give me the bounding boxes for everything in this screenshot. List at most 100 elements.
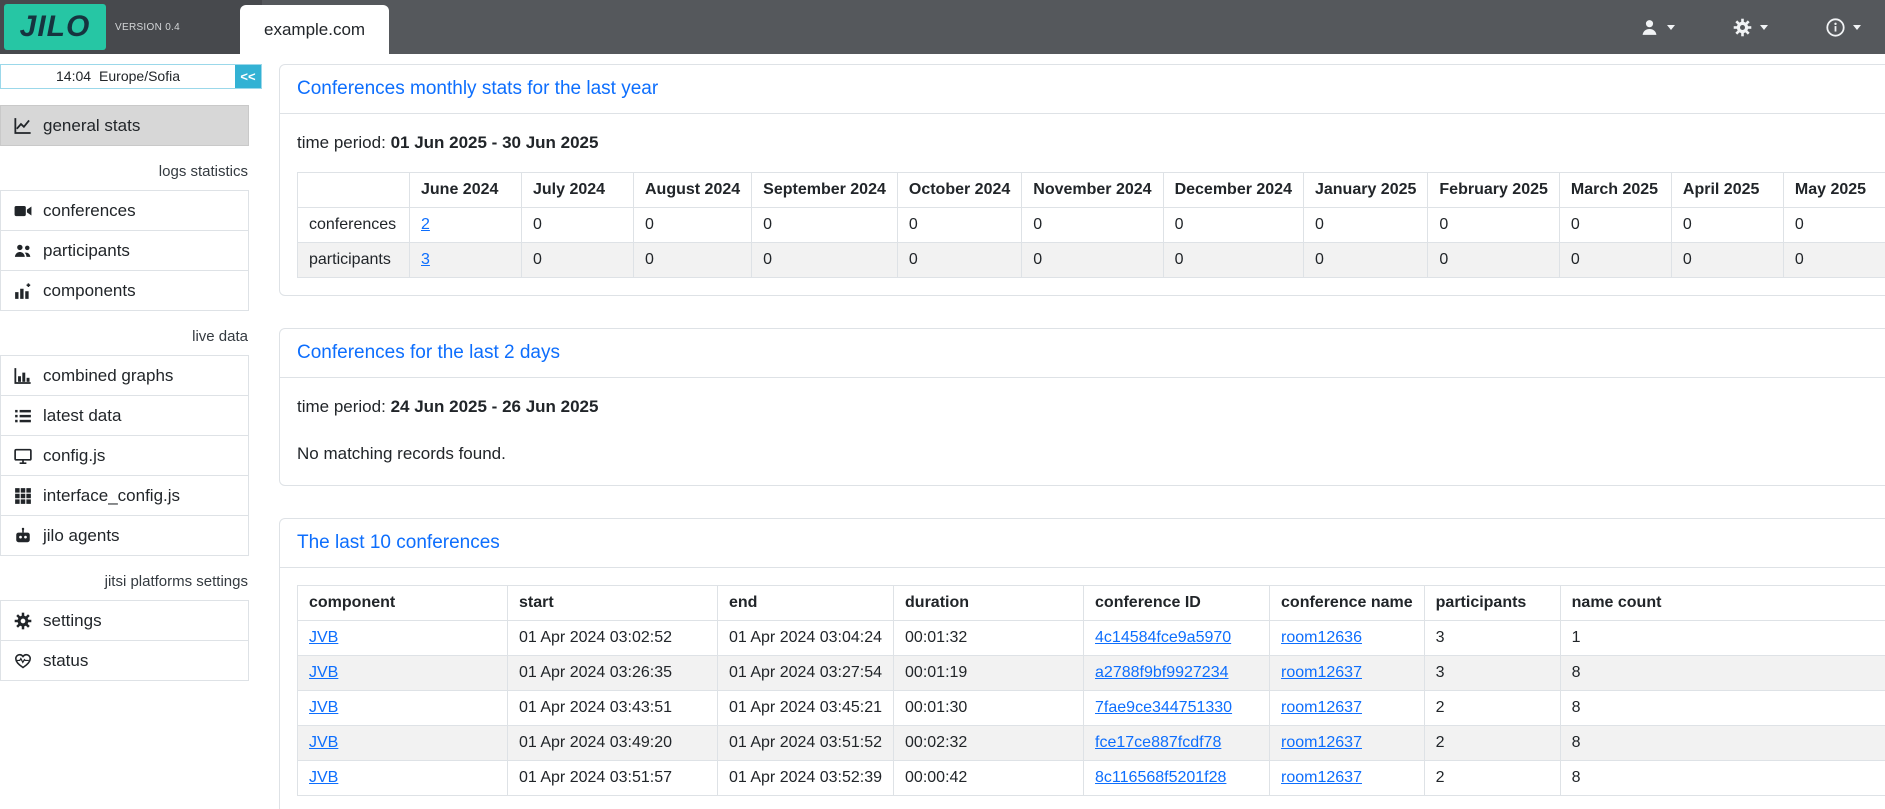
table-cell: 0 [1303,208,1427,243]
table-cell: 3 [1424,621,1560,656]
table-cell: 0 [1783,208,1885,243]
sidebar-section-label: logs statistics [0,146,262,191]
platform-tab[interactable]: example.com [240,5,389,54]
table-cell[interactable]: room12637 [1270,726,1425,761]
sidebar-item-status[interactable]: status [0,640,249,681]
column-header: March 2025 [1559,173,1671,208]
table-cell: 8 [1560,726,1885,761]
sidebar-item-components[interactable]: components [0,270,249,311]
table-cell: 00:01:32 [894,621,1084,656]
table-cell[interactable]: JVB [298,726,508,761]
table-cell: 0 [1022,208,1163,243]
table-cell: 0 [1022,243,1163,278]
table-cell[interactable]: JVB [298,691,508,726]
gear-icon [14,612,34,630]
info-icon [1826,18,1845,37]
sidebar-entry: jilo agents jilo agents [0,515,262,556]
table-cell: 01 Apr 2024 03:02:52 [508,621,718,656]
last-10-conferences-card: The last 10 conferences component start … [279,518,1885,809]
sidebar-item-combined-graphs[interactable]: combined graphs [0,355,249,396]
table-cell[interactable]: 2 [410,208,522,243]
last-2-days-card: Conferences for the last 2 days time per… [279,328,1885,486]
table-cell: 00:00:42 [894,761,1084,796]
chevron-down-icon [1667,25,1675,30]
table-row: JVB 01 Apr 2024 03:49:20 01 Apr 2024 03:… [298,726,1885,761]
table-cell: 00:02:32 [894,726,1084,761]
column-header: July 2024 [522,173,634,208]
table-cell: 01 Apr 2024 03:26:35 [508,656,718,691]
last-2-days-title: Conferences for the last 2 days [280,329,1885,378]
gear-icon [1733,18,1752,37]
table-cell: 0 [752,243,898,278]
table-cell[interactable]: fce17ce887fcdf78 [1084,726,1270,761]
sidebar-item-config-js[interactable]: config.js [0,435,249,476]
last-10-conferences-title: The last 10 conferences [280,519,1885,568]
table-cell[interactable]: 4c14584fce9a5970 [1084,621,1270,656]
time-period: time period: 01 Jun 2025 - 30 Jun 2025 [297,133,1885,153]
monthly-stats-title: Conferences monthly stats for the last y… [280,65,1885,114]
table-cell: 2 [1424,691,1560,726]
table-cell[interactable]: 8c116568f5201f28 [1084,761,1270,796]
column-header: June 2024 [410,173,522,208]
table-cell[interactable]: room12637 [1270,761,1425,796]
people-icon [14,242,34,260]
sidebar-entry: combined graphs combined graphs [0,355,262,396]
table-cell: 00:01:30 [894,691,1084,726]
video-camera-icon [14,202,34,220]
sidebar-item-general-stats[interactable]: general stats [0,105,249,146]
column-header [298,173,410,208]
sidebar-item-label: components [43,281,136,301]
last-10-conferences-table: component start end duration conference … [297,585,1885,796]
monitor-icon [14,447,34,465]
table-cell[interactable]: JVB [298,621,508,656]
column-header: conference ID [1084,586,1270,621]
table-cell: 0 [522,243,634,278]
table-cell: 0 [1428,243,1560,278]
sidebar-item-conferences[interactable]: conferences [0,190,249,231]
grid-icon [14,487,34,505]
table-cell[interactable]: room12637 [1270,656,1425,691]
sidebar-item-latest-data[interactable]: latest data [0,395,249,436]
sidebar-item-settings[interactable]: settings [0,600,249,641]
table-cell: 8 [1560,656,1885,691]
clock-bar: 14:04Europe/Sofia << [0,64,262,89]
sidebar-item-participants[interactable]: participants [0,230,249,271]
table-cell[interactable]: 3 [410,243,522,278]
table-cell: 00:01:19 [894,656,1084,691]
table-cell: 01 Apr 2024 03:27:54 [718,656,894,691]
time-period-value: 24 Jun 2025 - 26 Jun 2025 [391,397,599,416]
table-cell: conferences [298,208,410,243]
table-cell[interactable]: 7fae9ce344751330 [1084,691,1270,726]
column-header: October 2024 [897,173,1021,208]
table-cell: 0 [1783,243,1885,278]
time-period-label: time period: [297,397,386,416]
table-cell: 0 [1163,208,1303,243]
table-cell[interactable]: room12636 [1270,621,1425,656]
sidebar-entry: settings settings [0,600,262,641]
sidebar: 14:04Europe/Sofia << general stats gener… [0,54,262,809]
sidebar-item-jilo-agents[interactable]: jilo agents [0,515,249,556]
sidebar-collapse-button[interactable]: << [235,65,261,88]
time-period-value: 01 Jun 2025 - 30 Jun 2025 [391,133,599,152]
table-row: participants 3 0 0 0 0 [298,243,1885,278]
sidebar-item-label: settings [43,611,102,631]
heart-pulse-icon [14,652,34,670]
sidebar-item-interface-config-js[interactable]: interface_config.js [0,475,249,516]
sidebar-item-label: config.js [43,446,105,466]
table-cell[interactable]: a2788f9bf9927234 [1084,656,1270,691]
info-menu[interactable] [1826,18,1861,37]
table-cell[interactable]: JVB [298,761,508,796]
table-cell[interactable]: JVB [298,656,508,691]
sidebar-entry: logs statistics logs statistics [0,146,262,191]
column-header: name count [1560,586,1885,621]
settings-menu[interactable] [1733,18,1768,37]
table-cell[interactable]: room12637 [1270,691,1425,726]
column-header: April 2025 [1671,173,1783,208]
table-cell: 0 [634,243,752,278]
sidebar-entry: live data live data [0,311,262,356]
sidebar-entry: participants participants [0,230,262,271]
clock-timezone: Europe/Sofia [99,68,180,84]
robot-icon [14,527,34,545]
user-menu[interactable] [1640,18,1675,37]
header-row: component start end duration conference … [298,586,1885,621]
